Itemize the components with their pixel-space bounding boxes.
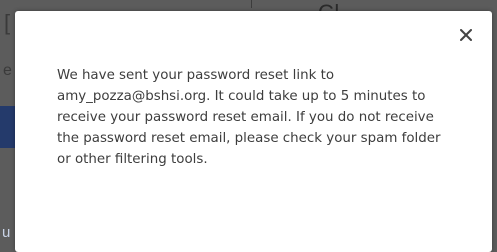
background-button-label: u <box>2 224 11 241</box>
background-text-fragment: [ <box>4 10 11 35</box>
close-button[interactable] <box>456 25 476 45</box>
background-divider <box>251 0 252 8</box>
reset-message: We have sent your password reset link to… <box>57 68 441 167</box>
password-reset-dialog: We have sent your password reset link to… <box>15 11 492 252</box>
background-text-fragment: e <box>3 62 12 79</box>
close-icon[interactable] <box>460 29 472 41</box>
